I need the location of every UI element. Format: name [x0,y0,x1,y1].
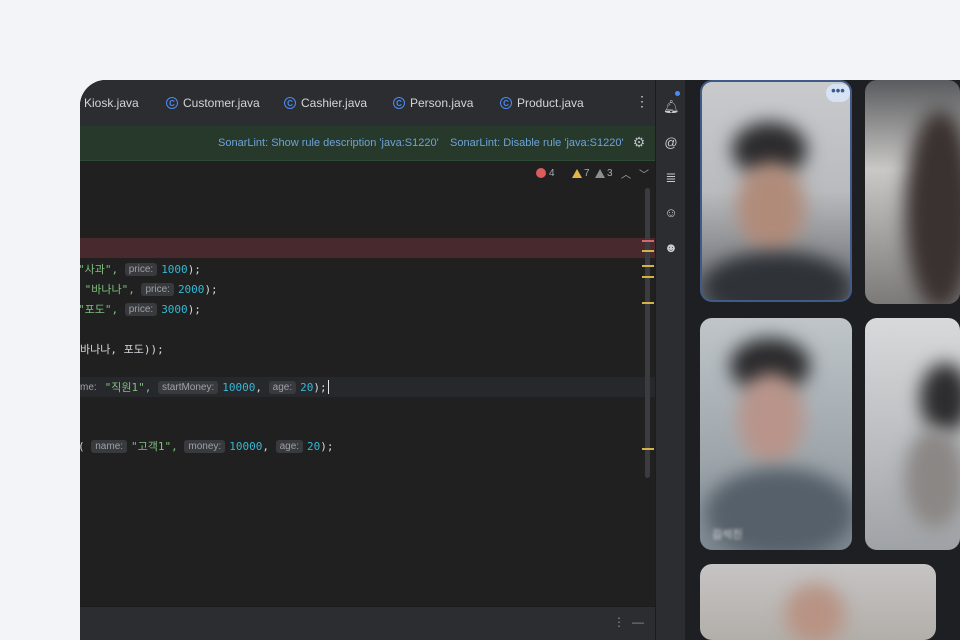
parameter-hint: age: [275,439,304,453]
more-options-icon[interactable]: ⋮ [613,615,625,629]
tab-product[interactable]: C Product.java [500,80,584,126]
ai-assistant-icon[interactable]: @ [663,135,679,151]
video-participants-panel: ••• 김석진 [685,80,960,640]
tab-label: Product.java [517,96,584,110]
class-icon: C [166,97,178,109]
show-rule-link[interactable]: SonarLint: Show rule description 'java:S… [218,137,439,149]
bottom-tool-bar: ⋮ — [80,606,655,640]
weak-warning-count[interactable]: 3 [595,166,613,180]
tab-person[interactable]: C Person.java [393,80,473,126]
warning-stripe-mark[interactable] [642,265,654,267]
minimize-icon[interactable]: — [632,615,644,629]
copilot-chat-icon[interactable]: ☻ [663,240,679,256]
parameter-hint: price: [141,282,174,296]
chevron-up-icon[interactable]: ︿ [621,166,631,181]
class-icon: C [393,97,405,109]
disable-rule-link[interactable]: SonarLint: Disable rule 'java:S1220' [450,137,624,149]
chevron-down-icon[interactable]: ﹀ [639,166,649,181]
parameter-hint: name: [91,439,128,453]
code-line[interactable]: "바나나", price: 2000); [80,279,218,299]
tab-label: Person.java [410,96,474,110]
tab-label: Cashier.java [301,96,368,110]
error-count[interactable]: 4 [536,166,555,180]
parameter-hint: me: [80,381,97,393]
text-caret [327,380,329,394]
error-stripe-mark[interactable] [642,240,654,242]
tab-label: Kiosk.java [84,96,139,110]
warning-count[interactable]: 7 [572,166,590,180]
warning-stripe-mark[interactable] [642,250,654,252]
class-icon: C [500,97,512,109]
ide-window: Kiosk.java C Customer.java C Cashier.jav… [80,80,686,640]
notification-badge [675,91,680,96]
code-line-current[interactable]: me: "직원1", startMoney: 10000, age: 20); [80,377,329,397]
class-icon: C [284,97,296,109]
participant-video-tile[interactable] [865,318,960,550]
warning-stripe-mark[interactable] [642,276,654,278]
participant-video-tile[interactable] [865,80,960,304]
parameter-hint: price: [124,262,158,276]
editor-scrollbar[interactable] [645,188,650,478]
tab-customer[interactable]: C Customer.java [166,80,260,126]
participant-video-tile[interactable] [700,564,936,640]
parameter-hint: age: [268,380,297,394]
database-icon[interactable]: ≣ [663,170,679,186]
warning-stripe-mark[interactable] [642,302,654,304]
parameter-hint: money: [184,439,226,453]
weak-warning-icon [595,168,605,178]
copilot-icon[interactable]: ☺ [663,205,679,221]
warning-icon [572,168,582,178]
code-line[interactable]: "사과", price: 1000); [80,259,201,279]
code-line[interactable]: 바나나, 포도)); [80,339,164,359]
right-tool-strip: 🔔︎ @ ≣ ☺ ☻ [655,80,686,640]
participant-name: 김석진 [712,529,743,541]
notifications-icon[interactable]: 🔔︎ [663,99,680,115]
gear-icon[interactable]: ⚙ [631,134,647,150]
code-line[interactable]: ( name:"고객1", money:10000, age:20); [80,436,334,456]
participant-video-tile[interactable]: 김석진 [700,318,852,550]
participant-video-tile[interactable]: ••• [700,80,852,302]
warning-stripe-mark[interactable] [642,448,654,450]
parameter-hint: startMoney: [158,380,219,394]
editor-tab-bar: Kiosk.java C Customer.java C Cashier.jav… [80,80,655,127]
error-icon [536,168,546,178]
code-line[interactable]: "포도", price: 3000); [80,299,201,319]
tab-label: Customer.java [183,96,260,110]
parameter-hint: price: [124,302,158,316]
tab-cashier[interactable]: C Cashier.java [284,80,367,126]
sonarlint-banner: SonarLint: Show rule description 'java:S… [80,126,655,161]
tab-kiosk[interactable]: Kiosk.java [84,80,139,126]
more-options-icon[interactable]: ••• [826,84,850,102]
more-tabs-icon[interactable]: ⋮ [635,94,649,108]
error-line-highlight [80,238,655,258]
screen-share-frame: Kiosk.java C Customer.java C Cashier.jav… [80,80,960,640]
